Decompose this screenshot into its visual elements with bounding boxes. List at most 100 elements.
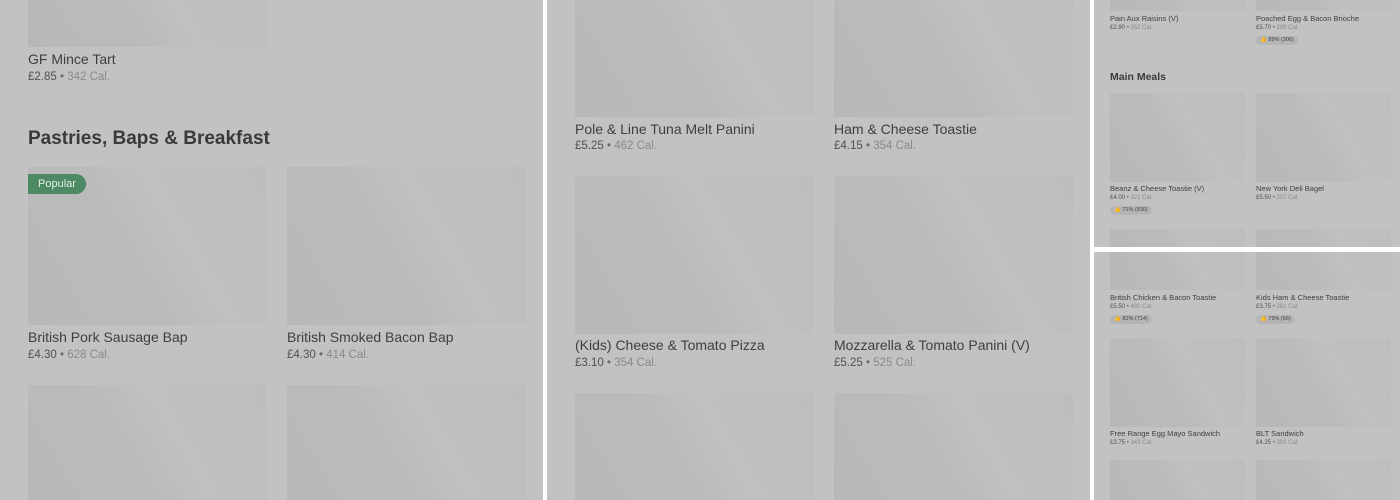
menu-item-meta: £4.25 • 393 Cal. [1256,440,1299,446]
menu-item-card[interactable] [1110,229,1245,247]
menu-item-card[interactable]: BLT Sandwich £4.25 • 393 Cal. [1256,338,1391,453]
menu-item-card[interactable]: Pole & Line Tuna Melt Panini £5.25 • 462… [575,0,814,160]
menu-item-image [1110,93,1245,182]
menu-item-card[interactable]: New York Deli Bagel £5.50 • 337 Cal. [1256,93,1391,208]
menu-item-meta: £3.75 • 281 Cal. [1256,304,1299,310]
menu-item-card[interactable]: Beanz & Cheese Toastie (V) £4.00 • 321 C… [1110,93,1245,218]
menu-item-meta: £4.15 • 354 Cal. [834,140,916,152]
menu-item-calories: 628 Cal. [67,349,111,361]
menu-item-card[interactable]: Free Range Egg Mayo Sandwich £3.75 • 343… [1110,338,1245,453]
menu-item-card[interactable]: British Chicken & Bacon Toastie £5.50 • … [1110,252,1245,327]
menu-item-image [1256,252,1391,290]
menu-panel-toasties: Pole & Line Tuna Melt Panini £5.25 • 462… [547,0,1090,500]
meta-separator: • [865,357,871,369]
menu-item-price: £2.90 [1110,25,1126,31]
menu-item-name: Pain Aux Raisins (V) [1110,14,1179,23]
menu-item-image [1256,338,1391,427]
menu-item-card[interactable]: Mozzarella & Tomato Panini (V) £5.25 • 5… [834,176,1073,376]
menu-item-meta: £4.00 • 321 Cal. [1110,195,1153,201]
menu-item-image [834,176,1073,334]
menu-item-card[interactable]: Ham & Cheese Toastie £4.15 • 354 Cal. [834,0,1073,160]
menu-item-card[interactable] [28,385,267,500]
menu-item-image [1110,0,1245,11]
menu-item-name: Kids Ham & Cheese Toastie [1256,293,1350,302]
menu-item-card[interactable] [834,393,1073,500]
menu-item-card[interactable] [287,385,526,500]
menu-item-card[interactable]: Pain Aux Raisins (V) £2.90 • 352 Cal. [1110,0,1245,35]
menu-item-card[interactable] [575,393,814,500]
menu-item-calories: 281 Cal. [1276,304,1299,310]
menu-item-calories: 354 Cal. [873,140,917,152]
rating-badge: 👍 71% (830) [1110,206,1152,215]
menu-item-image [834,393,1073,500]
menu-item-card[interactable]: Kids Ham & Cheese Toastie £3.75 • 281 Ca… [1256,252,1391,327]
menu-item-card[interactable]: Popular British Pork Sausage Bap £4.30 •… [28,167,267,367]
menu-item-price: £2.85 [28,71,57,83]
menu-item-calories: 393 Cal. [1276,440,1299,446]
menu-item-card[interactable] [1256,460,1391,500]
menu-item-meta: £4.30 • 628 Cal. [28,349,110,361]
menu-item-name: Free Range Egg Mayo Sandwich [1110,429,1221,438]
menu-item-image [1256,460,1391,500]
menu-item-meta: £2.90 • 352 Cal. [1110,25,1153,31]
menu-item-calories: 480 Cal. [1130,304,1153,310]
rating-value: 79% (66) [1268,316,1291,322]
menu-item-card[interactable] [1110,460,1245,500]
meta-separator: • [606,140,612,152]
menu-item-image [834,0,1073,117]
menu-panel-pastries: GF Mince Tart £2.85 • 342 Cal. Pastries,… [0,0,543,500]
menu-panel-sandwiches: British Chicken & Bacon Toastie £5.50 • … [1094,252,1400,500]
menu-item-card[interactable]: Poached Egg & Bacon Brioche £5.70 • 299 … [1256,0,1391,48]
menu-item-card[interactable]: British Smoked Bacon Bap £4.30 • 414 Cal… [287,167,526,367]
rating-badge: 👍 82% (714) [1110,315,1152,324]
menu-item-calories: 343 Cal. [1130,440,1153,446]
menu-item-card[interactable]: GF Mince Tart £2.85 • 342 Cal. [28,0,267,90]
popular-badge: Popular [28,174,86,194]
menu-item-image [1256,93,1391,182]
menu-item-image [575,0,814,117]
menu-item-calories: 321 Cal. [1130,195,1153,201]
menu-item-meta: £5.50 • 337 Cal. [1256,195,1299,201]
menu-item-price: £4.30 [287,349,316,361]
menu-item-image [575,393,814,500]
rating-value: 82% (714) [1122,316,1148,322]
menu-item-image [1256,0,1391,11]
meta-separator: • [1126,304,1129,310]
thumbs-up-icon: 👍 [1260,37,1267,43]
menu-item-calories: 525 Cal. [873,357,917,369]
meta-separator: • [606,357,612,369]
menu-item-image [1110,460,1245,500]
menu-item-card[interactable]: (Kids) Cheese & Tomato Pizza £3.10 • 354… [575,176,814,376]
menu-item-calories: 354 Cal. [614,357,658,369]
meta-separator: • [1272,304,1275,310]
menu-item-image [287,385,526,500]
menu-item-image [28,385,267,500]
menu-item-name: British Smoked Bacon Bap [287,329,454,345]
menu-item-price: £3.75 [1256,304,1272,310]
menu-item-meta: £2.85 • 342 Cal. [28,71,110,83]
menu-item-image [1110,229,1245,247]
menu-item-image [1256,229,1391,247]
menu-item-meta: £4.30 • 414 Cal. [287,349,369,361]
meta-separator: • [59,349,65,361]
menu-item-name: Mozzarella & Tomato Panini (V) [834,337,1030,353]
menu-item-name: (Kids) Cheese & Tomato Pizza [575,337,765,353]
menu-panel-main-meals: Pain Aux Raisins (V) £2.90 • 352 Cal. Po… [1094,0,1400,247]
section-title-pastries: Pastries, Baps & Breakfast [28,128,270,149]
rating-value: 71% (830) [1122,207,1148,213]
menu-item-calories: 299 Cal. [1276,25,1299,31]
menu-item-name: Beanz & Cheese Toastie (V) [1110,184,1205,193]
menu-item-price: £5.50 [1110,304,1126,310]
menu-item-meta: £5.50 • 480 Cal. [1110,304,1153,310]
menu-item-name: New York Deli Bagel [1256,184,1324,193]
menu-item-price: £5.25 [575,140,604,152]
menu-item-card[interactable] [1256,229,1391,247]
menu-item-calories: 352 Cal. [1130,25,1153,31]
menu-item-name: Ham & Cheese Toastie [834,121,977,137]
menu-item-image [1110,252,1245,290]
menu-item-price: £5.70 [1256,25,1272,31]
meta-separator: • [1126,440,1129,446]
meta-separator: • [1272,195,1275,201]
menu-item-meta: £5.25 • 462 Cal. [575,140,657,152]
menu-item-name: British Pork Sausage Bap [28,329,188,345]
